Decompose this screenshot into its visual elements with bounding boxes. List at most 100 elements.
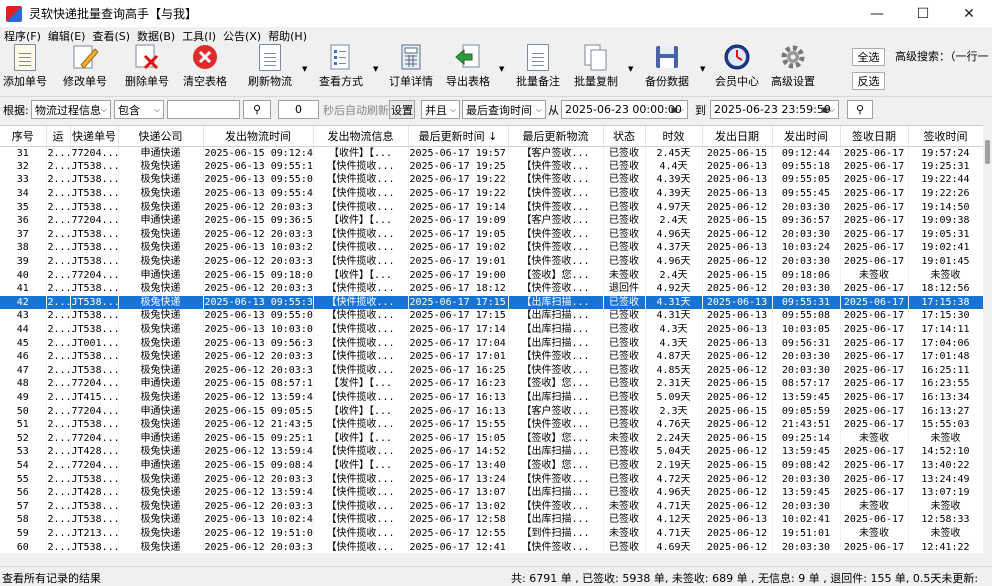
table-row[interactable]: 32 2... JT538... 极兔快递 2025-06-13 09:55:18 【快件… — [0, 159, 984, 174]
column-header[interactable]: 最后更新时间 ↓ — [408, 126, 509, 147]
advanced-settings-button[interactable]: 高级设置 — [770, 45, 816, 95]
table-cell: 2025-06-12 20:03:30 — [203, 363, 314, 378]
table-cell: 48 — [0, 377, 47, 391]
table-row[interactable]: 57 2... JT538... 极兔快递 2025-06-12 20:03:30 【快件… — [0, 499, 984, 514]
backup-data-button[interactable]: 备份数据 — [643, 46, 691, 95]
table-cell: 【快件揽收... — [313, 173, 409, 187]
table-row[interactable]: 45 2... JT001... 极兔快递 2025-06-13 09:56:31 【快件… — [0, 336, 984, 350]
column-header[interactable]: 签收时间 — [908, 126, 984, 147]
table-row[interactable]: 38 2... JT538... 极兔快递 2025-06-13 10:03:24 【快件… — [0, 241, 984, 255]
column-header[interactable]: 时效 — [645, 126, 703, 147]
to-date-picker[interactable]: 2025-06-23 23:59:59 ▣⌵ — [710, 100, 839, 119]
table-cell: 已签收 — [603, 200, 646, 214]
table-row[interactable]: 31 2... 77204... 申通快递 2025-06-15 09:12:44 【收件… — [0, 146, 984, 160]
close-window-button[interactable]: ✕ — [946, 0, 992, 27]
filter-field-select[interactable]: 物流过程信息 ⌵ — [31, 100, 111, 119]
table-row[interactable]: 56 2... JT428... 极兔快递 2025-06-12 13:59:45 【快件… — [0, 485, 984, 500]
select-all-button[interactable]: 全选 — [852, 48, 885, 66]
menu-tools[interactable]: 工具(I) — [182, 28, 216, 44]
table-cell: 2025-06-12 20:03:30 — [203, 499, 314, 514]
invert-selection-button[interactable]: 反选 — [852, 72, 885, 90]
table-cell: 2... — [46, 227, 71, 242]
maximize-button[interactable]: ☐ — [900, 0, 946, 27]
table-row[interactable]: 33 2... JT538... 极兔快递 2025-06-13 09:55:05 【快件… — [0, 173, 984, 187]
table-row[interactable]: 41 2... JT538... 极兔快递 2025-06-12 20:03:30 【快件… — [0, 281, 984, 296]
table-row[interactable]: 53 2... JT428... 极兔快递 2025-06-12 13:59:45 【快件… — [0, 445, 984, 459]
column-header[interactable]: 运 — [46, 126, 71, 147]
table-row[interactable]: 52 2... 77204... 申通快递 2025-06-15 09:25:14 【收件… — [0, 431, 984, 446]
table-row[interactable]: 42 2... JT538... 极兔快递 2025-06-13 09:55:31 【快件… — [0, 295, 984, 310]
table-row[interactable]: 40 2... 77204... 申通快递 2025-06-15 09:18:06 【收件… — [0, 268, 984, 282]
table-cell: 50 — [0, 404, 47, 418]
vertical-scrollbar[interactable] — [983, 125, 992, 553]
delete-number-button[interactable]: 删除单号 — [124, 44, 170, 95]
add-number-button[interactable]: 添加单号 — [2, 44, 48, 95]
column-header[interactable]: 发出物流信息 — [313, 126, 409, 147]
column-header[interactable]: 发出日期 — [702, 126, 773, 147]
settings-button[interactable]: 设置 — [389, 100, 415, 119]
table-row[interactable]: 60 2... JT538... 极兔快递 2025-06-12 20:03:30 【快件… — [0, 540, 984, 553]
minimize-button[interactable]: — — [854, 0, 900, 27]
table-cell: 【出库扫描... — [508, 322, 604, 337]
column-header[interactable]: 快递公司 — [118, 126, 204, 147]
date-search-button[interactable]: ⚲ — [847, 100, 873, 119]
batch-note-button[interactable]: 批量备注 — [514, 44, 562, 95]
view-mode-button[interactable]: 查看方式 — [318, 44, 364, 95]
column-header[interactable]: 发出物流时间 — [203, 126, 314, 147]
menu-help[interactable]: 帮助(H) — [268, 28, 307, 44]
edit-number-button[interactable]: 修改单号 — [62, 45, 108, 95]
title-bar: 灵软快递批量查询高手【与我】 — ☐ ✕ — [0, 0, 992, 27]
table-cell: 2025-06-17 16:25:11 — [408, 363, 509, 378]
table-row[interactable]: 46 2... JT538... 极兔快递 2025-06-12 20:03:30 【快件… — [0, 349, 984, 364]
menu-program[interactable]: 程序(F) — [4, 28, 41, 44]
table-row[interactable]: 36 2... 77204... 申通快递 2025-06-15 09:36:57 【收件… — [0, 213, 984, 228]
table-cell: 【快件签收... — [508, 186, 604, 201]
refresh-dropdown-arrow[interactable]: ▼ — [302, 65, 307, 73]
copy-dropdown-arrow[interactable]: ▼ — [628, 65, 633, 73]
logic-select[interactable]: 并且 ⌵ — [421, 100, 460, 119]
table-row[interactable]: 34 2... JT538... 极兔快递 2025-06-13 09:55:45 【快件… — [0, 186, 984, 201]
menu-notice[interactable]: 公告(X) — [223, 28, 261, 44]
table-cell: 4.31天 — [645, 309, 703, 323]
column-header[interactable]: 序号 — [0, 126, 47, 147]
table-row[interactable]: 58 2... JT538... 极兔快递 2025-06-13 10:02:41 【快件… — [0, 513, 984, 527]
view-dropdown-arrow[interactable]: ▼ — [373, 65, 378, 73]
scrollbar-thumb[interactable] — [985, 140, 990, 164]
results-table[interactable]: 序号运快递单号 快递公司 发出物流时间 发出物流信息 最后更新时间 ↓ 最后更新物流 状态时… — [0, 125, 992, 553]
table-row[interactable]: 51 2... JT538... 极兔快递 2025-06-12 21:43:51 【快件… — [0, 417, 984, 432]
clear-table-button[interactable]: 清空表格 — [181, 45, 229, 95]
export-table-button[interactable]: 导出表格 — [445, 44, 491, 95]
member-center-button[interactable]: 会员中心 — [714, 44, 760, 95]
table-row[interactable]: 49 2... JT415... 极兔快递 2025-06-12 13:59:45 【快件… — [0, 390, 984, 405]
table-row[interactable]: 43 2... JT538... 极兔快递 2025-06-13 09:55:08 【快件… — [0, 309, 984, 323]
column-header[interactable]: 状态 — [603, 126, 646, 147]
column-header[interactable]: 发出时间 — [772, 126, 841, 147]
batch-copy-button[interactable]: 批量复制 — [572, 44, 620, 95]
filter-value-input[interactable] — [167, 100, 240, 119]
menu-data[interactable]: 数据(B) — [137, 28, 175, 44]
backup-dropdown-arrow[interactable]: ▼ — [700, 65, 705, 73]
time-field-select[interactable]: 最后查询时间 ⌵ — [462, 100, 546, 119]
filter-match-select[interactable]: 包含 ⌵ — [114, 100, 164, 119]
export-dropdown-arrow[interactable]: ▼ — [499, 65, 504, 73]
table-row[interactable]: 39 2... JT538... 极兔快递 2025-06-12 20:03:30 【快件… — [0, 254, 984, 269]
table-row[interactable]: 47 2... JT538... 极兔快递 2025-06-12 20:03:30 【快件… — [0, 363, 984, 378]
column-header[interactable]: 快递单号 — [70, 126, 119, 147]
table-row[interactable]: 35 2... JT538... 极兔快递 2025-06-12 20:03:30 【快件… — [0, 200, 984, 214]
table-row[interactable]: 44 2... JT538... 极兔快递 2025-06-13 10:03:05 【快件… — [0, 322, 984, 337]
menu-edit[interactable]: 编辑(E) — [48, 28, 86, 44]
column-header[interactable]: 签收日期 — [840, 126, 909, 147]
table-row[interactable]: 54 2... 77204... 申通快递 2025-06-15 09:08:42 【收件… — [0, 458, 984, 473]
search-button[interactable]: ⚲ — [243, 100, 271, 119]
column-header[interactable]: 最后更新物流 — [508, 126, 604, 147]
order-detail-button[interactable]: 订单详情 — [388, 44, 434, 95]
refresh-logistics-button[interactable]: 刷新物流 — [247, 44, 293, 95]
table-row[interactable]: 48 2... 77204... 申通快递 2025-06-15 08:57:17 【发件… — [0, 377, 984, 391]
refresh-seconds-input[interactable]: 0 — [278, 100, 319, 119]
menu-view[interactable]: 查看(S) — [92, 28, 130, 44]
table-row[interactable]: 50 2... 77204... 申通快递 2025-06-15 09:05:59 【收件… — [0, 404, 984, 418]
from-date-picker[interactable]: 2025-06-23 00:00:00 ▣⌵ — [561, 100, 688, 119]
table-row[interactable]: 59 2... JT213... 极兔快递 2025-06-12 19:51:01 【快件… — [0, 526, 984, 541]
table-row[interactable]: 55 2... JT538... 极兔快递 2025-06-12 20:03:30 【快件… — [0, 472, 984, 486]
table-row[interactable]: 37 2... JT538... 极兔快递 2025-06-12 20:03:30 【快件… — [0, 227, 984, 242]
